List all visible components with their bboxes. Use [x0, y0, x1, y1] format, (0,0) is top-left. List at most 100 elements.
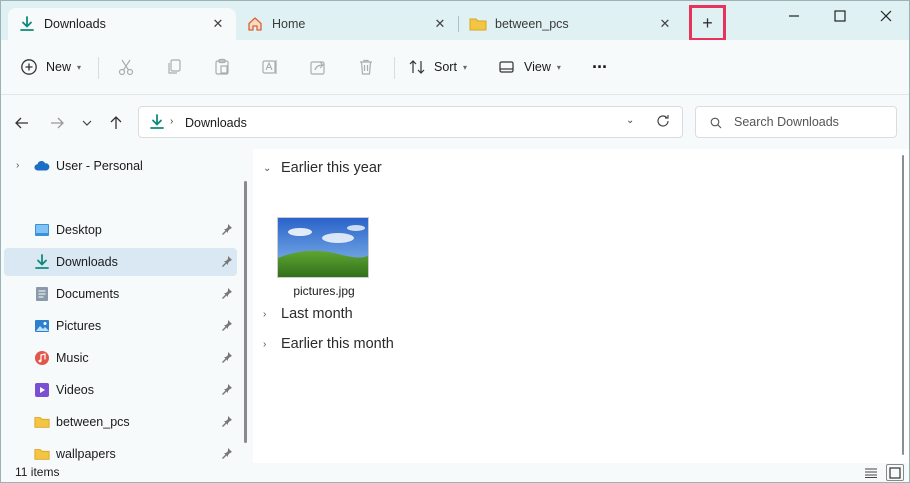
sidebar-item-documents[interactable]: Documents	[4, 280, 237, 308]
arrow-left-icon	[15, 117, 28, 129]
minimize-button[interactable]	[771, 0, 817, 32]
group-header-last-month[interactable]: › Last month	[263, 306, 353, 322]
group-label: Earlier this month	[281, 336, 394, 352]
content-scroll-thumb[interactable]	[902, 155, 904, 455]
pin-icon	[221, 447, 233, 462]
share-icon	[309, 58, 327, 76]
sidebar-scrollbar[interactable]	[241, 149, 253, 463]
address-bar[interactable]: › Downloads ⌄	[138, 106, 683, 138]
sidebar-item-pictures[interactable]: Pictures	[4, 312, 237, 340]
group-label: Earlier this year	[281, 160, 382, 176]
new-button[interactable]: New ▾	[20, 53, 81, 81]
close-icon[interactable]: ✕	[657, 16, 673, 32]
chevron-down-icon[interactable]: ⌄	[626, 115, 634, 126]
search-box[interactable]	[695, 106, 897, 138]
cloud-icon	[34, 158, 50, 174]
chevron-right-icon[interactable]: ›	[170, 116, 173, 127]
tab-home[interactable]: Home ✕	[236, 8, 458, 40]
pictures-icon	[34, 318, 50, 334]
delete-button[interactable]	[357, 53, 375, 81]
sidebar-item-between-pcs[interactable]: between_pcs	[4, 408, 237, 436]
chevron-down-icon: ⌄	[263, 162, 272, 174]
view-button[interactable]: View ▾	[498, 53, 561, 81]
tab-label: Downloads	[44, 17, 106, 31]
file-item[interactable]: pictures.jpg	[277, 217, 371, 301]
close-icon[interactable]: ✕	[210, 16, 226, 32]
command-bar: New ▾ Sort ▾ View ▾ ···	[0, 40, 910, 95]
maximize-button[interactable]	[817, 0, 863, 32]
cut-button[interactable]	[117, 53, 135, 81]
search-input[interactable]	[734, 113, 889, 131]
sidebar-item-label: Downloads	[56, 255, 118, 269]
rename-button[interactable]	[261, 53, 279, 81]
tab-downloads[interactable]: Downloads ✕	[8, 8, 236, 40]
sidebar-item-desktop[interactable]: Desktop	[4, 216, 237, 244]
search-icon	[710, 117, 722, 132]
minimize-icon	[789, 15, 799, 17]
sidebar-item-videos[interactable]: Videos	[4, 376, 237, 404]
refresh-icon	[657, 115, 669, 127]
address-row: › Downloads ⌄	[0, 95, 910, 149]
tab-between-pcs[interactable]: between_pcs ✕	[459, 8, 683, 40]
status-bar: 11 items	[0, 463, 910, 483]
file-name: pictures.jpg	[293, 284, 355, 298]
share-button[interactable]	[309, 53, 327, 81]
home-icon	[246, 15, 264, 33]
folder-icon	[469, 15, 487, 33]
close-icon[interactable]: ✕	[432, 16, 448, 32]
sidebar-item-label: wallpapers	[56, 447, 116, 461]
music-icon	[34, 350, 50, 366]
desktop-icon	[34, 222, 50, 238]
pin-icon	[221, 255, 233, 270]
paste-button[interactable]	[213, 53, 231, 81]
sort-button[interactable]: Sort ▾	[408, 53, 467, 81]
download-arrow-icon	[18, 15, 36, 33]
pin-icon	[221, 223, 233, 238]
details-view-button[interactable]	[862, 464, 880, 481]
chevron-down-icon: ▾	[556, 62, 561, 72]
content-scrollbar[interactable]	[898, 149, 910, 463]
sidebar-item-label: Videos	[56, 383, 94, 397]
rename-icon	[261, 58, 279, 76]
navigation-pane: › User - Personal Desktop Downloads Docu…	[0, 149, 253, 463]
back-button[interactable]	[11, 112, 33, 134]
plus-circle-icon	[20, 58, 38, 76]
copy-icon	[165, 58, 183, 76]
large-icons-view-icon	[889, 466, 901, 479]
pin-icon	[221, 415, 233, 430]
refresh-button[interactable]	[655, 113, 671, 132]
pin-icon	[221, 383, 233, 398]
close-window-button[interactable]	[863, 0, 909, 32]
see-more-button[interactable]: ···	[592, 53, 608, 81]
item-count: 11 items	[15, 465, 60, 479]
arrow-up-icon	[110, 116, 122, 129]
group-label: Last month	[281, 306, 353, 322]
breadcrumb[interactable]: Downloads	[185, 116, 247, 130]
sidebar-item-downloads[interactable]: Downloads	[4, 248, 237, 276]
sidebar-scroll-thumb[interactable]	[244, 181, 247, 443]
sidebar-item-music[interactable]: Music	[4, 344, 237, 372]
maximize-icon	[834, 10, 846, 22]
large-icons-view-button[interactable]	[886, 464, 904, 481]
new-tab-button[interactable]: +	[689, 5, 726, 41]
sidebar-item-label: User - Personal	[56, 159, 143, 173]
close-icon	[880, 10, 892, 22]
recent-locations-button[interactable]	[76, 112, 98, 134]
download-arrow-icon	[34, 254, 50, 270]
chevron-right-icon[interactable]: ›	[16, 160, 19, 171]
pin-icon	[221, 351, 233, 366]
sidebar-item-onedrive[interactable]: › User - Personal	[4, 152, 237, 180]
image-thumbnail	[277, 217, 369, 278]
title-bar: Downloads ✕ Home ✕ between_pcs ✕ +	[0, 0, 910, 41]
sidebar-item-label: Music	[56, 351, 89, 365]
forward-button[interactable]	[46, 112, 68, 134]
toolbar-divider	[98, 57, 99, 79]
group-header-earlier-this-year[interactable]: ⌄ Earlier this year	[263, 160, 382, 176]
sidebar-item-label: Documents	[56, 287, 120, 301]
copy-button[interactable]	[165, 53, 183, 81]
group-header-earlier-this-month[interactable]: › Earlier this month	[263, 336, 394, 352]
sidebar-item-label: between_pcs	[56, 415, 130, 429]
sidebar-item-label: Pictures	[56, 319, 102, 333]
up-button[interactable]	[105, 112, 127, 134]
pin-icon	[221, 287, 233, 302]
